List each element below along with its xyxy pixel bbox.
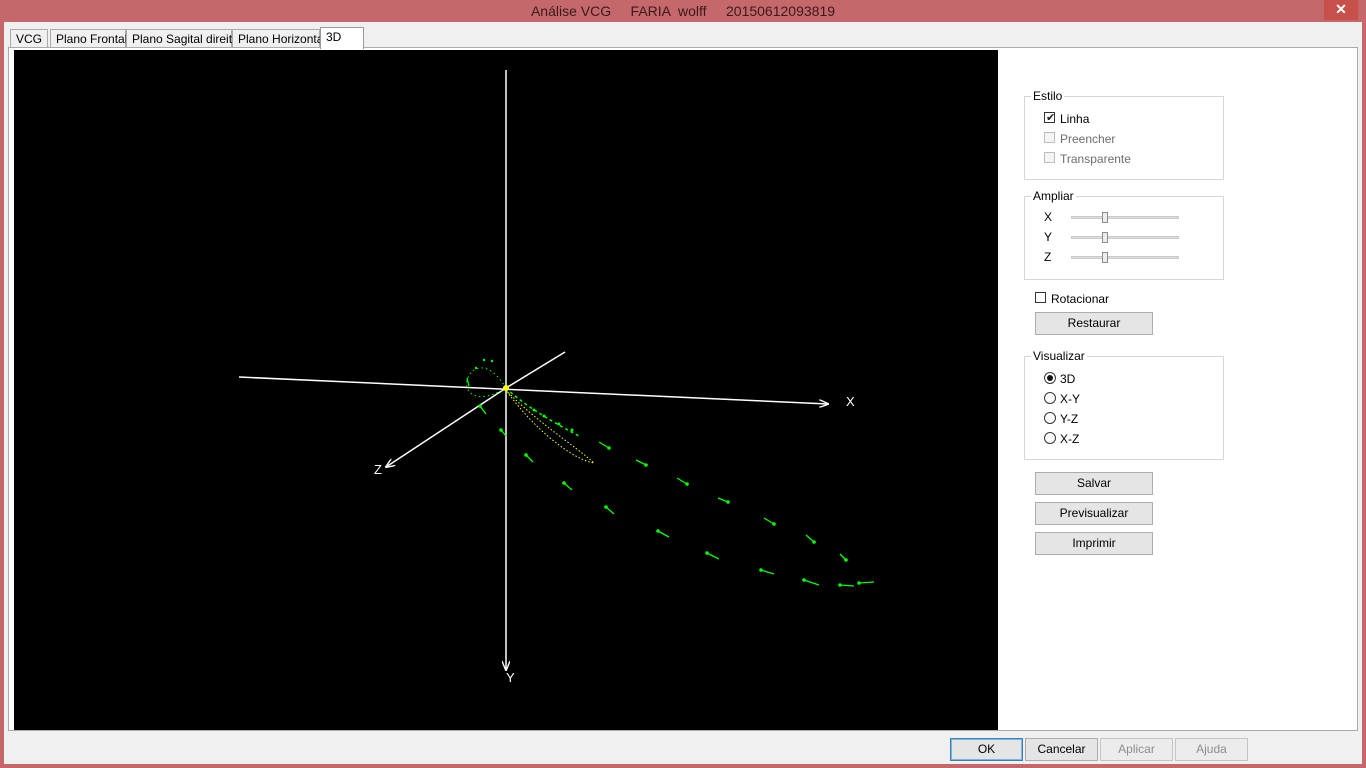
ampliar-group: Ampliar X Y Z [1024,190,1224,280]
ampliar-title: Ampliar [1031,189,1076,203]
ampliar-y-row: Y [1044,229,1194,245]
vcg-3d-plot[interactable]: X Y Z [14,50,998,730]
radio-dot-icon [1047,375,1053,381]
rotacionar-checkbox-box[interactable] [1035,292,1046,303]
ok-button[interactable]: OK [950,738,1023,761]
tab-vcg[interactable]: VCG [10,29,48,47]
rotacionar-label: Rotacionar [1051,292,1110,306]
qrs-loop-points [474,358,861,587]
imprimir-button[interactable]: Imprimir [1035,532,1153,555]
tab-3d[interactable]: 3D [320,27,364,49]
ampliar-z-row: Z [1044,249,1194,265]
estilo-group: Estilo ✔ Linha Preencher Transparente [1024,90,1224,180]
ampliar-z-thumb[interactable] [1102,252,1108,263]
aplicar-button[interactable]: Aplicar [1100,738,1173,761]
ampliar-x-label: X [1044,210,1053,224]
previsualizar-button[interactable]: Previsualizar [1035,502,1153,525]
x-axis-label: X [846,394,855,409]
ampliar-y-slider[interactable] [1071,236,1179,239]
visualizar-xz-label: X-Z [1060,432,1080,446]
visualizar-group: Visualizar 3D X-Y Y-Z X-Z [1024,350,1224,460]
z-axis [386,387,507,467]
title-bar: Análise VCG FARIA wolff 20150612093819 ✕ [0,0,1366,22]
qrs-loop-segments [466,377,875,587]
linha-label: Linha [1060,112,1090,126]
tab-plano-horizontal[interactable]: Plano Horizontal [232,29,326,47]
restaurar-button[interactable]: Restaurar [1035,312,1153,335]
visualizar-title: Visualizar [1031,349,1087,363]
salvar-button[interactable]: Salvar [1035,472,1153,495]
close-icon[interactable]: ✕ [1324,0,1358,20]
preencher-checkbox-box[interactable] [1044,132,1055,143]
transparente-label: Transparente [1060,152,1131,166]
origin-point [503,385,509,391]
visualizar-xz-radio-circle[interactable] [1044,432,1056,444]
t-loop [505,389,596,464]
tab-plano-sagital[interactable]: Plano Sagital direito [126,29,239,47]
ampliar-x-slider[interactable] [1071,216,1179,219]
visualizar-3d-label: 3D [1060,372,1076,386]
y-axis-label: Y [506,670,515,685]
x-axis [238,376,828,404]
z-axis-label: Z [374,462,382,477]
preencher-label: Preencher [1060,132,1116,146]
transparente-checkbox-box[interactable] [1044,152,1055,163]
ampliar-x-thumb[interactable] [1102,212,1108,223]
visualizar-xy-radio-circle[interactable] [1044,392,1056,404]
cancelar-button[interactable]: Cancelar [1025,738,1098,761]
ampliar-y-thumb[interactable] [1102,232,1108,243]
tab-panel-3d: X Y Z Estilo ✔ Linha Preencher Transpare… [8,47,1358,731]
tab-plano-frontal[interactable]: Plano Frontal [50,29,127,47]
dialog-body: VCG Plano Frontal Plano Sagital direito … [4,22,1362,764]
ampliar-z-label: Z [1044,250,1052,264]
vcg-3d-canvas: X Y Z [238,70,875,685]
visualizar-3d-radio-circle[interactable] [1044,372,1056,384]
visualizar-yz-radio-circle[interactable] [1044,412,1056,424]
ampliar-z-slider[interactable] [1071,256,1179,259]
qrs-inner [505,387,580,437]
estilo-title: Estilo [1031,89,1065,103]
visualizar-xy-label: X-Y [1060,392,1081,406]
z-axis-back [505,351,566,389]
linha-checkbox-box[interactable]: ✔ [1044,112,1056,124]
visualizar-yz-label: Y-Z [1060,412,1079,426]
window-title: Análise VCG FARIA wolff 20150612093819 [530,3,836,19]
ampliar-x-row: X [1044,209,1194,225]
check-icon: ✔ [1046,112,1056,124]
ampliar-y-label: Y [1044,230,1053,244]
ajuda-button[interactable]: Ajuda [1175,738,1248,761]
